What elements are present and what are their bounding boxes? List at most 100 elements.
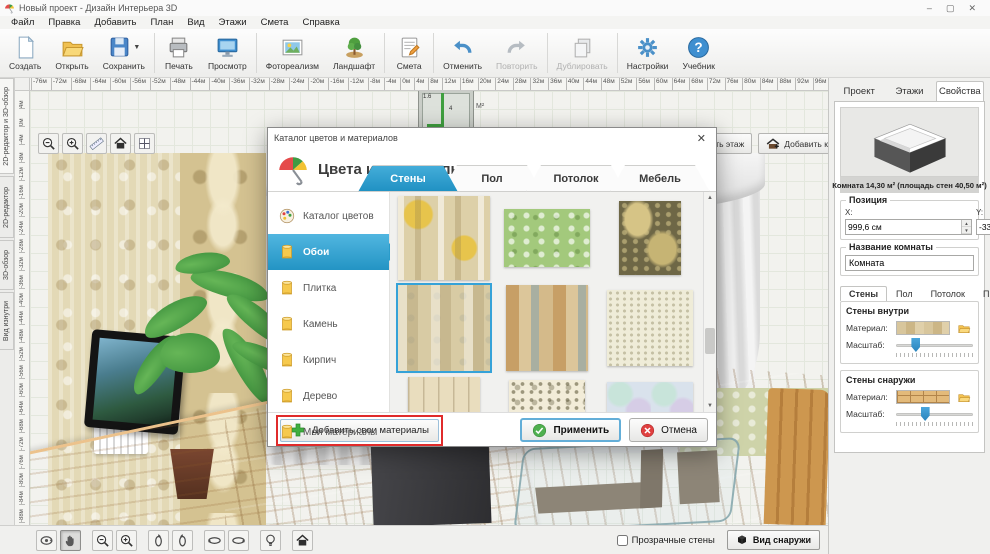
dialog-tab-0[interactable]: Стены [358,165,458,192]
sidebar-item-6[interactable]: Мои материалы [268,414,389,450]
menu-item-3[interactable]: План [143,17,180,28]
panel-tab-1[interactable]: Этажи [885,81,933,101]
maximize-button[interactable]: ▢ [946,3,955,14]
view-tool-zoom-in[interactable] [116,530,137,551]
vertical-ruler: 4м0м-4м-8м-12м-16м-20м-24м-28м-32м-36м-4… [15,91,30,525]
view-tab-0[interactable]: 2D-редактор и 3D-обзор [0,78,14,174]
view-tool-rotate-cw[interactable] [172,530,193,551]
spin-up-icon[interactable]: ▲ [962,220,971,227]
canvas-tool-grid[interactable] [134,133,155,154]
minimize-button[interactable]: – [927,3,932,14]
sidebar-item-1[interactable]: Обои [268,234,389,270]
walls-outside-group: Стены снаружи Материал: Масштаб: [840,370,979,433]
view-tool-rotate-ccw[interactable] [148,530,169,551]
texture-tile-wallpaper-beige-watercolor[interactable] [398,285,490,371]
toolbar-button-save[interactable]: ▼Сохранить [96,30,152,76]
outside-view-button[interactable]: Вид снаружи [727,530,820,550]
scroll-down-arrow[interactable]: ▼ [704,400,716,412]
apply-button[interactable]: Применить [520,418,621,442]
folder-icon[interactable] [954,389,973,404]
sidebar-item-2[interactable]: Плитка [268,270,389,306]
panel-tab-2[interactable]: Свойства [936,81,984,101]
texture-tile-wallpaper-striped-gradient[interactable] [506,285,588,371]
toolbar-button-monitor[interactable]: Просмотр [201,30,254,76]
texture-tile-wallpaper-cream-damask[interactable] [509,380,585,412]
cancel-button[interactable]: Отмена [629,418,708,442]
sidebar-item-5[interactable]: Дерево [268,378,389,414]
toolbar-button-open-folder[interactable]: Открыть [48,30,95,76]
material-swatch-outside[interactable] [896,390,950,404]
canvas-tool-zoom-in[interactable] [62,133,83,154]
canvas-mini-toolbar [38,133,155,154]
sidebar-item-0[interactable]: Каталог цветов [268,198,389,234]
canvas-tool-home[interactable] [110,133,131,154]
toolbar-button-print[interactable]: Печать [157,30,201,76]
menu-item-1[interactable]: Правка [41,17,87,28]
toolbar-button-help[interactable]: ?Учебник [675,30,722,76]
menu-item-5[interactable]: Этажи [212,17,254,28]
texture-tile-wallpaper-green-floral[interactable] [504,209,590,267]
surface-subtab-1[interactable]: Пол [887,286,922,301]
canvas-tool-measure[interactable] [86,133,107,154]
toolbar-button-undo[interactable]: Отменить [436,30,489,76]
ruler-tick: -16м [19,181,25,199]
texture-tile-wallpaper-light-planks[interactable] [408,377,480,412]
dropdown-arrow-icon[interactable]: ▼ [133,44,140,51]
view-tool-zoom-out[interactable] [92,530,113,551]
view-tool-hand[interactable] [60,530,81,551]
texture-tile-wallpaper-cream-speckle[interactable] [607,290,693,366]
toolbar-button-new-doc[interactable]: Создать [2,30,48,76]
panel-tab-0[interactable]: Проект [835,81,883,101]
toolbar-button-gear[interactable]: Настройки [620,30,676,76]
position-input[interactable] [846,220,961,234]
dialog-tab-3[interactable]: Мебель [610,165,710,192]
texture-tile-wallpaper-pastel-blue[interactable] [607,382,693,412]
scale-slider-outside[interactable] [896,407,973,421]
canvas-button-roof-plus[interactable]: Добавить крышу [758,133,828,154]
texture-tile-wallpaper-dark-damask[interactable] [619,201,681,275]
palette-icon [278,207,296,225]
view-tab-3[interactable]: Вид изнутри [0,292,14,350]
scale-slider-inside[interactable] [896,338,973,352]
spin-down-icon[interactable]: ▼ [962,227,971,234]
sidebar-item-4[interactable]: Кирпич [268,342,389,378]
rotate-ccw-icon [151,533,166,548]
view-tool-orbit-ccw[interactable] [204,530,225,551]
menu-item-6[interactable]: Смета [254,17,296,28]
view-tab-1[interactable]: 2D-редактор [0,176,14,238]
view-tool-rotate-360[interactable] [36,530,57,551]
menu-item-0[interactable]: Файл [4,17,41,28]
ruler-tick: 16м [460,78,474,90]
surface-subtab-2[interactable]: Потолок [922,286,974,301]
toolbar-button-photo[interactable]: Фотореализм [259,30,326,76]
material-swatch-inside[interactable] [896,321,950,335]
folder-icon[interactable] [954,320,973,335]
view-tool-bulb[interactable] [260,530,281,551]
room-name-input[interactable] [845,255,974,271]
menu-item-4[interactable]: Вид [180,17,211,28]
ruler-tick: 0м [19,109,25,127]
dialog-tab-2[interactable]: Потолок [526,165,626,192]
dialog-tab-1[interactable]: Пол [442,165,542,192]
toolbar-button-tree[interactable]: Ландшафт [326,30,382,76]
sidebar-item-3[interactable]: Камень [268,306,389,342]
view-tool-orbit-cw[interactable] [228,530,249,551]
texture-tile-wallpaper-geometric-diamond[interactable] [398,196,490,280]
menu-item-2[interactable]: Добавить [87,17,143,28]
canvas-tool-zoom-out[interactable] [38,133,59,154]
transparent-walls-checkbox[interactable] [617,535,628,546]
view-tab-2[interactable]: 3D-обзор [0,240,14,290]
ruler-tick: -40м [19,289,25,307]
surface-subtab-3[interactable]: Прочее [974,286,990,301]
toolbar-button-note[interactable]: Смета [387,30,431,76]
dialog-title-bar[interactable]: Каталог цветов и материалов ✕ [268,128,716,148]
scrollbar[interactable]: ▲ ▼ [703,192,716,412]
scroll-thumb[interactable] [705,328,715,354]
menu-item-7[interactable]: Справка [295,17,346,28]
view-tool-home[interactable] [292,530,313,551]
surface-subtab-0[interactable]: Стены [840,286,887,301]
dialog-close-button[interactable]: ✕ [693,132,710,145]
scroll-up-arrow[interactable]: ▲ [704,192,716,204]
close-button[interactable]: ✕ [968,3,976,14]
position-input[interactable] [977,220,990,234]
